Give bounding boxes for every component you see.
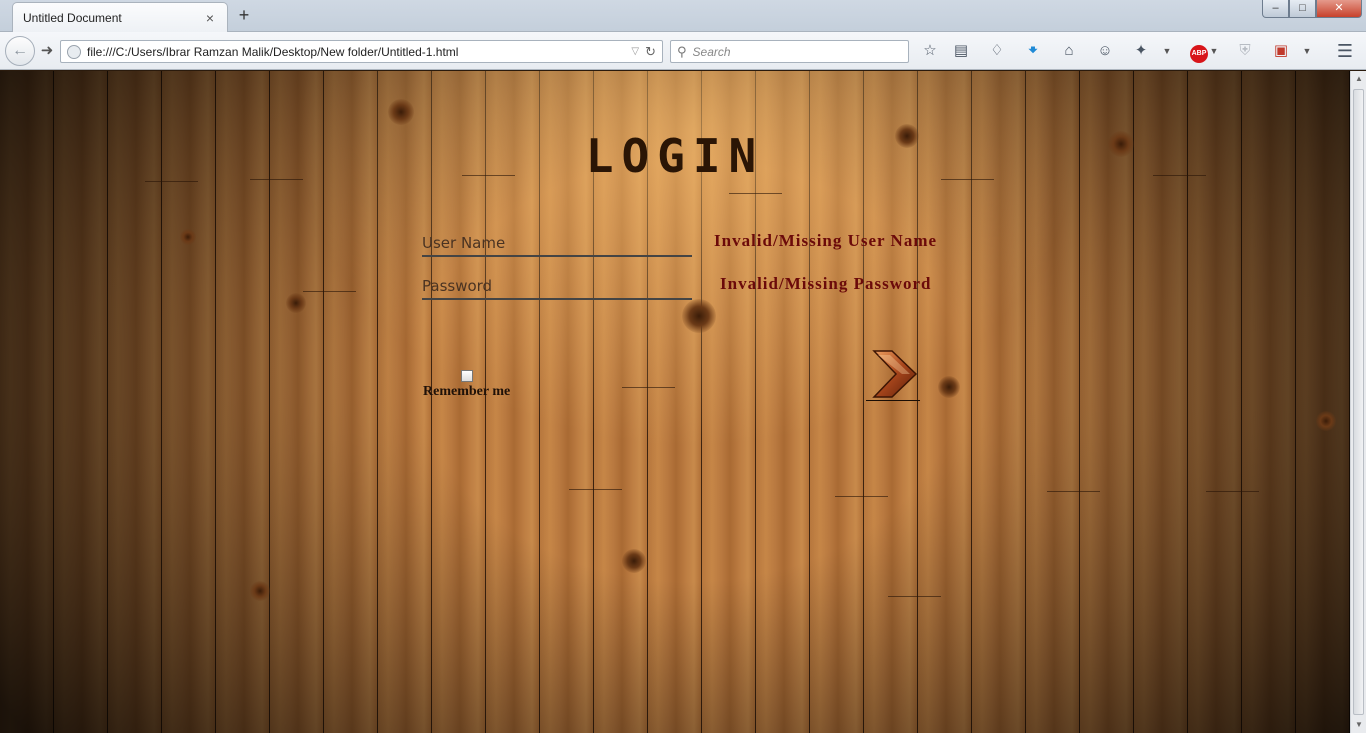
browser-tab[interactable]: Untitled Document × [12,2,228,32]
url-text[interactable]: file:///C:/Users/Ibrar Ramzan Malik/Desk… [87,45,625,59]
extension-icon[interactable]: ✦ [1130,41,1152,61]
reload-icon[interactable]: ↻ [645,44,656,60]
plank-seam [729,193,782,194]
plank-seam [303,291,356,292]
adblock-icon[interactable]: ABP [1188,41,1210,63]
minimize-button[interactable]: – [1262,0,1289,18]
back-button[interactable]: ← [5,36,35,66]
password-error-message: Invalid/Missing Password [720,274,932,293]
arrow-right-icon: ➜ [40,42,54,59]
password-input[interactable] [422,274,692,300]
search-box[interactable]: ⚲ [670,40,909,63]
chat-icon[interactable]: ☺ [1094,41,1116,61]
chevron-right-icon [872,350,918,398]
menu-icon[interactable]: ☰ [1334,41,1356,61]
new-tab-button[interactable]: + [234,5,254,25]
chevron-down-icon[interactable]: ▼ [1162,44,1172,58]
login-page: LOGIN Invalid/Missing User Name Invalid/… [0,71,1350,733]
plank-seam [622,387,675,388]
plank-seam [835,496,888,497]
reading-list-icon[interactable]: ▤ [950,41,972,61]
search-input[interactable] [692,44,902,59]
plank-seam [1206,491,1259,492]
pocket-icon[interactable]: ♢ [986,41,1008,61]
username-error-message: Invalid/Missing User Name [714,231,938,250]
wood-knot [250,581,270,601]
chevron-down-icon[interactable]: ▼ [1209,44,1219,58]
bookmark-star-icon[interactable]: ☆ [919,41,941,61]
window-controls: – □ ✕ [1262,0,1362,18]
shield-icon[interactable]: ⛨ [1234,41,1256,61]
tab-title: Untitled Document [23,10,122,25]
forward-button[interactable]: ➜ [38,41,56,61]
tab-close-icon[interactable]: × [203,10,217,26]
wood-knot [1316,411,1336,431]
vertical-scrollbar[interactable]: ▲ ▼ [1350,71,1366,733]
plank-seam [569,489,622,490]
chevron-down-icon[interactable]: ▽ [631,46,639,57]
wood-knot [286,293,306,313]
translate-icon[interactable]: ▣ [1270,41,1292,61]
wood-knot [180,229,196,245]
login-submit-button[interactable] [866,349,920,401]
plank-seam [1047,491,1100,492]
scroll-down-icon[interactable]: ▼ [1351,717,1366,733]
chevron-down-icon[interactable]: ▼ [1302,44,1312,58]
wood-knot [622,549,646,573]
maximize-button[interactable]: □ [1289,0,1316,18]
scroll-thumb[interactable] [1353,89,1364,715]
address-bar[interactable]: file:///C:/Users/Ibrar Ramzan Malik/Desk… [60,40,663,63]
page-title: LOGIN [585,129,765,183]
adblock-label: ABP [1190,45,1208,63]
username-input[interactable] [422,231,692,257]
arrow-left-icon: ← [12,42,28,59]
tab-bar: Untitled Document × + – □ ✕ [0,0,1366,32]
scroll-up-icon[interactable]: ▲ [1351,71,1366,87]
search-icon: ⚲ [677,43,687,59]
globe-icon [67,44,81,59]
remember-me-checkbox[interactable] [461,370,473,382]
close-button[interactable]: ✕ [1316,0,1362,18]
navigation-toolbar: ← ➜ file:///C:/Users/Ibrar Ramzan Malik/… [0,32,1366,70]
plank-seam [888,596,941,597]
download-icon[interactable]: 🠻 [1022,41,1044,61]
home-icon[interactable]: ⌂ [1058,41,1080,61]
wood-knot [388,99,414,125]
wood-knot [938,376,960,398]
wood-knot [682,299,716,333]
remember-me-label: Remember me [423,384,511,399]
